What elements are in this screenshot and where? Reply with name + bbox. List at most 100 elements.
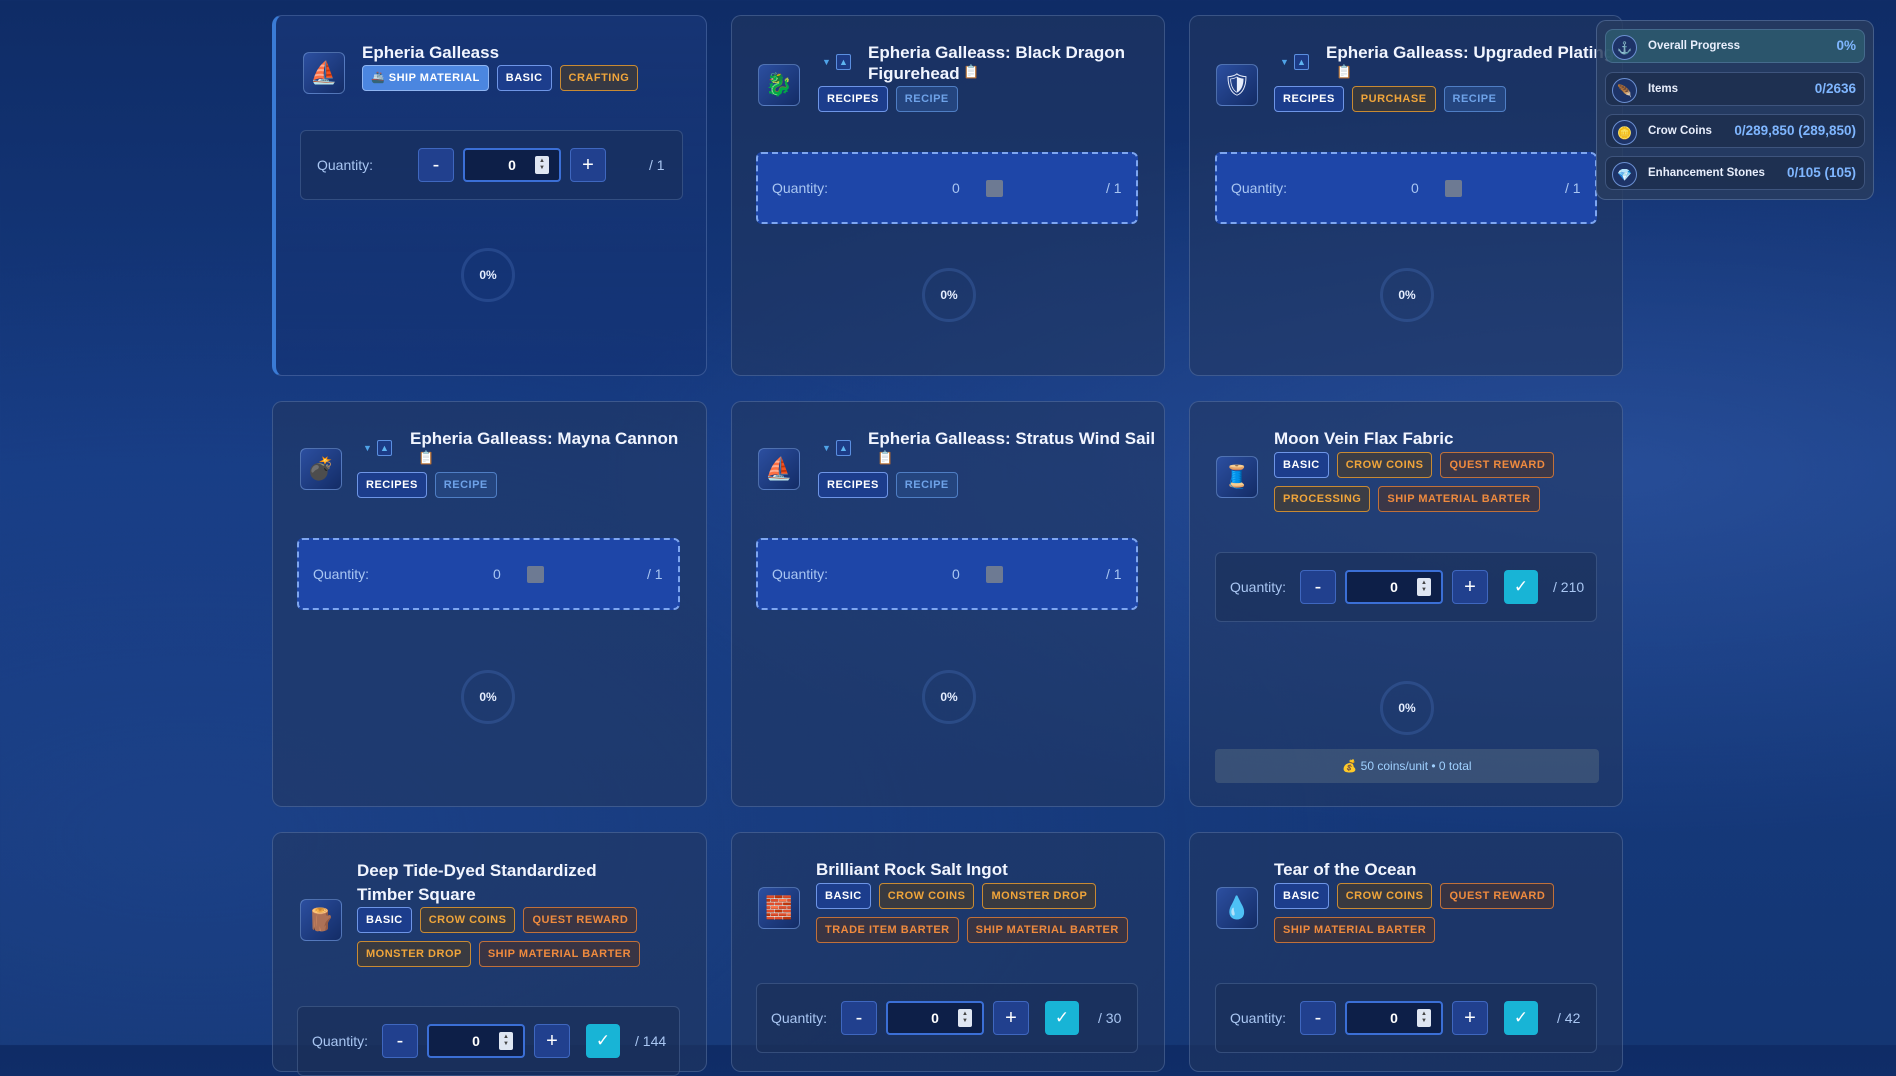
spinner-icon[interactable]: ▲ ▼ [958, 1009, 972, 1027]
tag-recipes[interactable]: RECIPES [1274, 86, 1344, 112]
crow-coins-row: 🪙 Crow Coins 0/289,850 (289,850) [1605, 114, 1865, 148]
decrement-button[interactable]: - [1300, 1001, 1336, 1035]
coin-cost-bar: 💰 50 coins/unit • 0 total [1215, 749, 1599, 783]
increment-button[interactable]: + [993, 1001, 1029, 1035]
progress-summary-panel: ⚓ Overall Progress 0% 🪶 Items 0/2636 🪙 C… [1596, 20, 1874, 200]
quantity-value: 0 [931, 1010, 939, 1026]
move-up-icon[interactable]: ▲ [836, 440, 851, 456]
spinner-icon[interactable]: ▲ ▼ [499, 1032, 513, 1050]
tag-ship-material[interactable]: 🚢 SHIP MATERIAL [362, 65, 489, 91]
progress-ring: 0% [461, 670, 515, 724]
decrement-button[interactable]: - [841, 1001, 877, 1035]
tag-recipes[interactable]: RECIPES [818, 86, 888, 112]
clipboard-icon[interactable]: 📋 [877, 450, 893, 466]
complete-button[interactable]: ✓ [1045, 1001, 1079, 1035]
tag-ship-material-barter[interactable]: SHIP MATERIAL BARTER [478, 941, 641, 967]
overall-progress-row: ⚓ Overall Progress 0% [1605, 29, 1865, 63]
complete-button[interactable]: ✓ [1504, 1001, 1538, 1035]
tag-recipe[interactable]: RECIPE [1443, 86, 1506, 112]
crow-coins-value: 0/289,850 (289,850) [1734, 123, 1856, 138]
tag-list: RECIPES RECIPE [357, 472, 497, 498]
tag-ship-material-barter[interactable]: SHIP MATERIAL BARTER [1274, 917, 1436, 943]
progress-ring: 0% [461, 248, 515, 302]
move-up-icon[interactable]: ▲ [377, 440, 392, 456]
tag-quest-reward[interactable]: QUEST REWARD [1440, 883, 1555, 909]
quantity-max: / 1 [647, 566, 663, 582]
checkbox[interactable] [986, 566, 1003, 583]
quantity-input[interactable]: 0 ▲ ▼ [427, 1024, 525, 1058]
progress-ring: 0% [922, 670, 976, 724]
tag-crafting[interactable]: CRAFTING [559, 65, 639, 91]
clipboard-icon[interactable]: 📋 [1336, 64, 1352, 80]
progress-ring: 0% [1380, 268, 1434, 322]
checkbox[interactable] [1445, 180, 1462, 197]
decrement-button[interactable]: - [382, 1024, 418, 1058]
tag-crow-coins[interactable]: CROW COINS [1336, 883, 1433, 909]
tag-monster-drop[interactable]: MONSTER DROP [982, 883, 1097, 909]
tag-trade-item-barter[interactable]: TRADE ITEM BARTER [816, 917, 959, 943]
ocean-tear-icon: 💧 [1216, 887, 1258, 929]
move-down-icon[interactable]: ▼ [360, 440, 375, 456]
tag-quest-reward[interactable]: QUEST REWARD [523, 907, 638, 933]
spinner-icon[interactable]: ▲ ▼ [535, 156, 549, 174]
tag-purchase[interactable]: PURCHASE [1351, 86, 1436, 112]
enhancement-stones-label: Enhancement Stones [1648, 167, 1765, 179]
tag-recipe[interactable]: RECIPE [434, 472, 497, 498]
move-down-icon[interactable]: ▼ [1277, 54, 1292, 70]
tag-processing[interactable]: PROCESSING [1274, 486, 1371, 512]
tag-recipe[interactable]: RECIPE [895, 86, 958, 112]
tag-crow-coins[interactable]: CROW COINS [878, 883, 975, 909]
clipboard-icon[interactable]: 📋 [418, 450, 434, 466]
item-card-tear-of-the-ocean: 💧 Tear of the Ocean BASIC CROW COINS QUE… [1189, 832, 1623, 1072]
tag-ship-material-barter[interactable]: SHIP MATERIAL BARTER [966, 917, 1128, 943]
increment-button[interactable]: + [1452, 570, 1488, 604]
clipboard-icon[interactable]: 📋 [963, 64, 979, 80]
spinner-icon[interactable]: ▲ ▼ [1417, 578, 1431, 596]
quantity-label: Quantity: [317, 157, 374, 173]
tag-monster-drop[interactable]: MONSTER DROP [357, 941, 471, 967]
decrement-button[interactable]: - [418, 148, 454, 182]
checkbox[interactable] [527, 566, 544, 583]
dragon-figurehead-icon: 🐉 [758, 64, 800, 106]
tag-ship-material-barter[interactable]: SHIP MATERIAL BARTER [1378, 486, 1540, 512]
tag-basic[interactable]: BASIC [816, 883, 871, 909]
item-card-brilliant-rock-salt-ingot: 🧱 Brilliant Rock Salt Ingot BASIC CROW C… [731, 832, 1165, 1072]
quantity-input[interactable]: 0 ▲ ▼ [463, 148, 561, 182]
tag-basic[interactable]: BASIC [357, 907, 412, 933]
increment-button[interactable]: + [1452, 1001, 1488, 1035]
tag-recipes[interactable]: RECIPES [357, 472, 427, 498]
tag-list: RECIPES RECIPE [818, 472, 958, 498]
item-card-stratus-wind-sail: ⛵ ▼ ▲ Epheria Galleass: Stratus Wind Sai… [731, 401, 1165, 807]
move-down-icon[interactable]: ▼ [819, 440, 834, 456]
quantity-input[interactable]: 0 ▲ ▼ [1345, 1001, 1443, 1035]
move-up-icon[interactable]: ▲ [1294, 54, 1309, 70]
sort-controls: ▼ ▲ [360, 440, 392, 456]
quantity-input[interactable]: 0 ▲ ▼ [886, 1001, 984, 1035]
quantity-input[interactable]: 0 ▲ ▼ [1345, 570, 1443, 604]
quantity-panel: Quantity: 0 / 1 [297, 538, 680, 610]
quantity-max: / 1 [1106, 566, 1122, 582]
item-title: Deep Tide-Dyed Standardized Timber Squar… [357, 861, 597, 904]
quantity-max: / 42 [1557, 1010, 1581, 1026]
tag-basic[interactable]: BASIC [1274, 452, 1329, 478]
enhancement-stones-row: 💎 Enhancement Stones 0/105 (105) [1605, 156, 1865, 190]
crow-coins-label: Crow Coins [1648, 125, 1712, 137]
complete-button[interactable]: ✓ [1504, 570, 1538, 604]
spinner-icon[interactable]: ▲ ▼ [1417, 1009, 1431, 1027]
tag-recipe[interactable]: RECIPE [895, 472, 958, 498]
decrement-button[interactable]: - [1300, 570, 1336, 604]
tag-quest-reward[interactable]: QUEST REWARD [1440, 452, 1555, 478]
tag-basic[interactable]: BASIC [1274, 883, 1329, 909]
tag-recipes[interactable]: RECIPES [818, 472, 888, 498]
tag-crow-coins[interactable]: CROW COINS [1336, 452, 1433, 478]
move-up-icon[interactable]: ▲ [836, 54, 851, 70]
quantity-max: / 1 [649, 157, 665, 173]
increment-button[interactable]: + [570, 148, 606, 182]
checkbox[interactable] [986, 180, 1003, 197]
complete-button[interactable]: ✓ [586, 1024, 620, 1058]
tag-crow-coins[interactable]: CROW COINS [419, 907, 516, 933]
quantity-panel: Quantity: 0 / 1 [756, 538, 1138, 610]
move-down-icon[interactable]: ▼ [819, 54, 834, 70]
tag-basic[interactable]: BASIC [496, 65, 552, 91]
increment-button[interactable]: + [534, 1024, 570, 1058]
